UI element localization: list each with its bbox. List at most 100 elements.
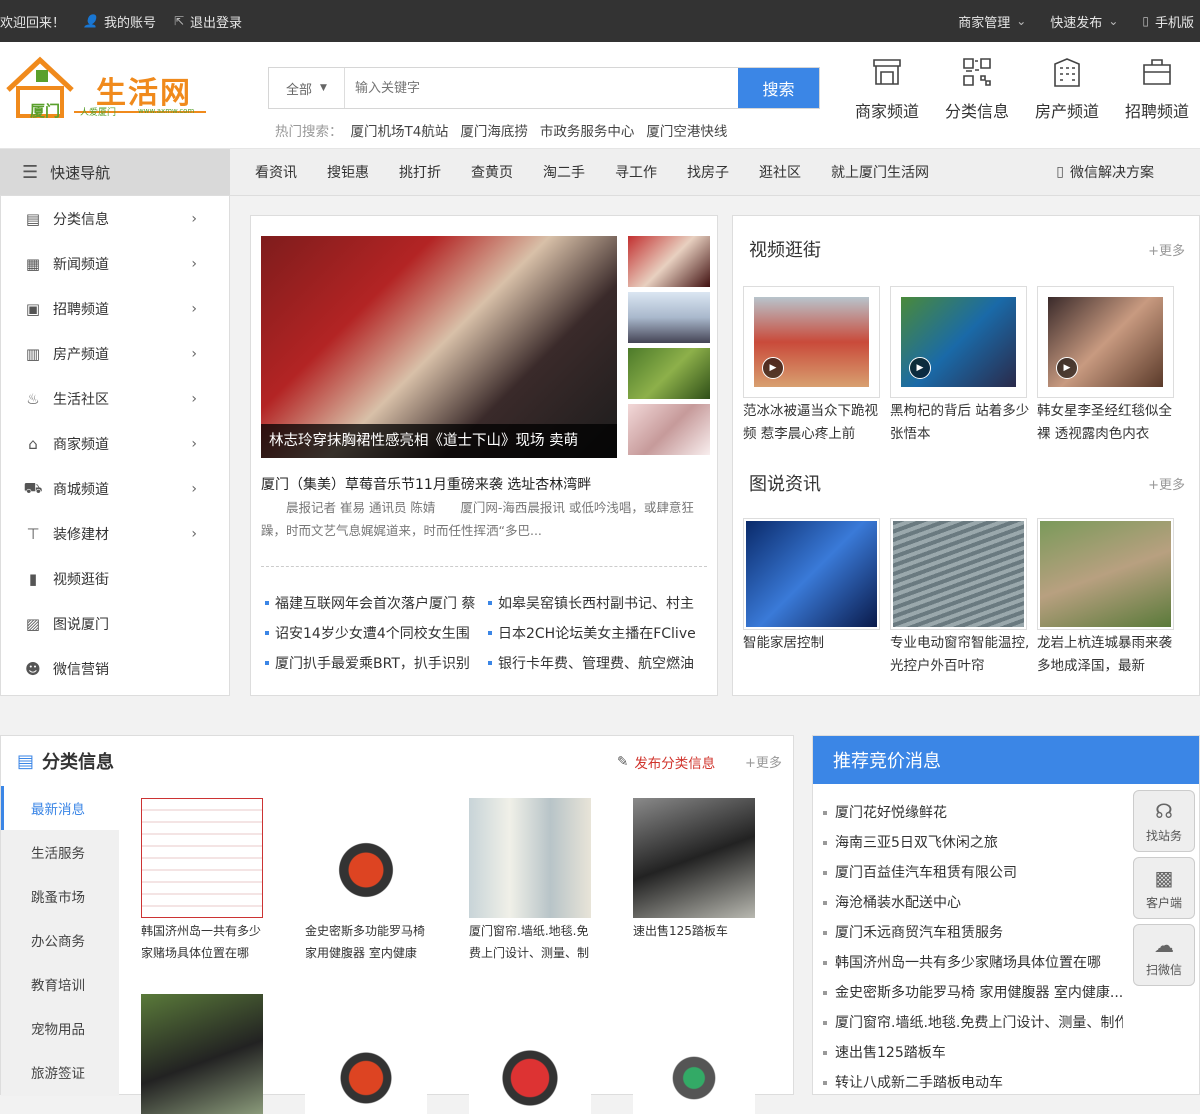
- video-more-link[interactable]: +更多: [1148, 240, 1185, 259]
- product-card[interactable]: [633, 994, 755, 1114]
- hot-search-item[interactable]: 市政务服务中心: [540, 120, 635, 140]
- tab-latest[interactable]: 最新消息: [1, 786, 119, 830]
- search-input[interactable]: [345, 68, 738, 108]
- tab-travel[interactable]: 旅游签证: [1, 1050, 119, 1094]
- search-category-select[interactable]: 全部 ▼: [269, 68, 345, 108]
- list-item[interactable]: 厦门禾远商贸汽车租赁服务: [813, 918, 1123, 948]
- logo-city-text: 厦门: [30, 102, 61, 120]
- product-card[interactable]: [305, 994, 427, 1114]
- headline-caption[interactable]: 林志玲穿抹胸裙性感亮相《道士下山》现场 卖萌: [261, 424, 617, 458]
- nav-link[interactable]: 寻工作: [615, 162, 657, 182]
- product-card[interactable]: 韩国济州岛一共有多少家赌场具体位置在哪: [141, 798, 263, 964]
- publish-classified-link[interactable]: ✎ 发布分类信息: [617, 752, 715, 772]
- channel-jobs[interactable]: 招聘频道: [1112, 56, 1200, 122]
- video-card[interactable]: ▶: [1037, 286, 1174, 398]
- photo-card[interactable]: [1037, 518, 1174, 630]
- slide-thumbnail[interactable]: [628, 404, 710, 455]
- tab-life-service[interactable]: 生活服务: [1, 830, 119, 874]
- video-card[interactable]: ▶: [743, 286, 880, 398]
- video-card[interactable]: ▶: [890, 286, 1027, 398]
- nav-link[interactable]: 看资讯: [255, 162, 297, 182]
- channel-merchant[interactable]: 商家频道: [842, 56, 932, 122]
- nav-link[interactable]: 逛社区: [759, 162, 801, 182]
- mobile-link[interactable]: ▯ 手机版: [1142, 12, 1194, 31]
- photo-card[interactable]: [890, 518, 1027, 630]
- sidebar-item-photo[interactable]: ▨ 图说厦门: [1, 601, 229, 646]
- nav-link[interactable]: 淘二手: [543, 162, 585, 182]
- product-card[interactable]: 速出售125踏板车: [633, 798, 755, 942]
- my-account-link[interactable]: 👤 我的账号: [83, 12, 156, 31]
- list-item[interactable]: 转让八成新二手踏板电动车: [813, 1068, 1123, 1098]
- slide-thumbnail[interactable]: [628, 292, 710, 343]
- sidebar-item-mall[interactable]: ⛟ 商城频道 ›: [1, 466, 229, 511]
- headline-image[interactable]: 林志玲穿抹胸裙性感亮相《道士下山》现场 卖萌: [261, 236, 617, 458]
- slide-thumbnail[interactable]: [628, 236, 710, 287]
- photo-caption[interactable]: 龙岩上杭连城暴雨来袭多地成泽国，最新: [1037, 632, 1177, 678]
- news-headline[interactable]: 厦门（集美）草莓音乐节11月重磅来袭 选址杏林湾畔: [261, 474, 591, 494]
- tab-flea-market[interactable]: 跳蚤市场: [1, 874, 119, 918]
- list-item[interactable]: 厦门花好悦缘鲜花: [813, 798, 1123, 828]
- hot-search-item[interactable]: 厦门海底捞: [460, 120, 528, 140]
- news-link[interactable]: 银行卡年费、管理费、航空燃油: [484, 653, 707, 673]
- channel-links: 商家频道 分类信息 房产频道 招聘频道: [842, 56, 1200, 122]
- chevron-right-icon: ›: [191, 480, 197, 497]
- nav-link[interactable]: 查黄页: [471, 162, 513, 182]
- hot-search-item[interactable]: 厦门机场T4航站: [351, 120, 449, 140]
- support-float-button[interactable]: ☊ 找站务: [1133, 790, 1195, 852]
- product-card[interactable]: [141, 994, 263, 1114]
- tab-pets[interactable]: 宠物用品: [1, 1006, 119, 1050]
- search-button[interactable]: 搜索: [738, 68, 819, 108]
- channel-realestate[interactable]: 房产频道: [1022, 56, 1112, 122]
- quick-nav-sidebar: ▤ 分类信息 › ▦ 新闻频道 › ▣ 招聘频道 › ▥ 房产频道 › ♨ 生活社区 › ⌂ 商家频道…: [0, 196, 230, 696]
- hot-search-item[interactable]: 厦门空港快线: [646, 120, 727, 140]
- sidebar-item-wechat[interactable]: ☻ 微信营销: [1, 646, 229, 691]
- publish-menu[interactable]: 快速发布 ⌄: [1050, 12, 1124, 31]
- sidebar-item-decoration[interactable]: ⊤ 装修建材 ›: [1, 511, 229, 556]
- wechat-solution-link[interactable]: ▯ 微信解决方案: [1056, 162, 1184, 182]
- sidebar-item-realestate[interactable]: ▥ 房产频道 ›: [1, 331, 229, 376]
- sidebar-item-merchant[interactable]: ⌂ 商家频道 ›: [1, 421, 229, 466]
- logout-link[interactable]: ⇱ 退出登录: [174, 12, 242, 31]
- news-link[interactable]: 诏安14岁少女遭4个同校女生围: [261, 623, 484, 643]
- nav-link[interactable]: 找房子: [687, 162, 729, 182]
- photo-caption[interactable]: 智能家居控制: [743, 632, 883, 655]
- video-caption[interactable]: 韩女星李圣经红毯似全裸 透视露肉色内衣: [1037, 400, 1177, 446]
- sidebar-item-classified[interactable]: ▤ 分类信息 ›: [1, 196, 229, 241]
- product-card[interactable]: 金史密斯多功能罗马椅 家用健腹器 室内健康: [305, 798, 427, 964]
- video-caption[interactable]: 范冰冰被逼当众下跪视频 惹李晨心疼上前: [743, 400, 883, 446]
- tab-education[interactable]: 教育培训: [1, 962, 119, 1006]
- list-item[interactable]: 海南三亚5日双飞休闲之旅: [813, 828, 1123, 858]
- list-item[interactable]: 金史密斯多功能罗马椅 家用健腹器 室内健康...: [813, 978, 1123, 1008]
- list-item[interactable]: 韩国济州岛一共有多少家赌场具体位置在哪: [813, 948, 1123, 978]
- photo-card[interactable]: [743, 518, 880, 630]
- sidebar-item-news[interactable]: ▦ 新闻频道 ›: [1, 241, 229, 286]
- nav-link[interactable]: 就上厦门生活网: [831, 162, 929, 182]
- news-link[interactable]: 如皋吴窑镇长西村副书记、村主: [484, 593, 707, 613]
- nav-link[interactable]: 挑打折: [399, 162, 441, 182]
- nav-link[interactable]: 搜钜惠: [327, 162, 369, 182]
- tab-office[interactable]: 办公商务: [1, 918, 119, 962]
- slide-thumbnail[interactable]: [628, 348, 710, 399]
- product-card[interactable]: [469, 994, 591, 1114]
- photo-caption[interactable]: 专业电动窗帘智能温控,光控户外百叶帘: [890, 632, 1030, 678]
- video-caption[interactable]: 黑枸杞的背后 站着多少张悟本: [890, 400, 1030, 446]
- chevron-right-icon: ›: [191, 210, 197, 227]
- list-item[interactable]: 厦门窗帘.墙纸.地毯.免费上门设计、测量、制作...: [813, 1008, 1123, 1038]
- merchant-menu[interactable]: 商家管理 ⌄: [958, 12, 1032, 31]
- sidebar-item-jobs[interactable]: ▣ 招聘频道 ›: [1, 286, 229, 331]
- sidebar-item-video[interactable]: ▮ 视频逛街: [1, 556, 229, 601]
- product-card[interactable]: 厦门窗帘.墙纸.地毯.免费上门设计、测量、制: [469, 798, 591, 964]
- news-link[interactable]: 福建互联网年会首次落户厦门 蔡: [261, 593, 484, 613]
- list-item[interactable]: 厦门百益佳汽车租赁有限公司: [813, 858, 1123, 888]
- photo-more-link[interactable]: +更多: [1148, 474, 1185, 493]
- wechat-float-button[interactable]: ☁ 扫微信: [1133, 924, 1195, 986]
- site-logo[interactable]: 生活网 厦门 人爱厦门 www.axmw.com: [6, 54, 211, 164]
- app-float-button[interactable]: ▩ 客户端: [1133, 857, 1195, 919]
- channel-classified[interactable]: 分类信息: [932, 56, 1022, 122]
- news-link[interactable]: 日本2CH论坛美女主播在FClive: [484, 623, 707, 643]
- sidebar-item-community[interactable]: ♨ 生活社区 ›: [1, 376, 229, 421]
- news-link[interactable]: 厦门扒手最爱乘BRT，扒手识别: [261, 653, 484, 673]
- list-item[interactable]: 海沧桶装水配送中心: [813, 888, 1123, 918]
- list-item[interactable]: 速出售125踏板车: [813, 1038, 1123, 1068]
- classified-more-link[interactable]: +更多: [745, 752, 782, 771]
